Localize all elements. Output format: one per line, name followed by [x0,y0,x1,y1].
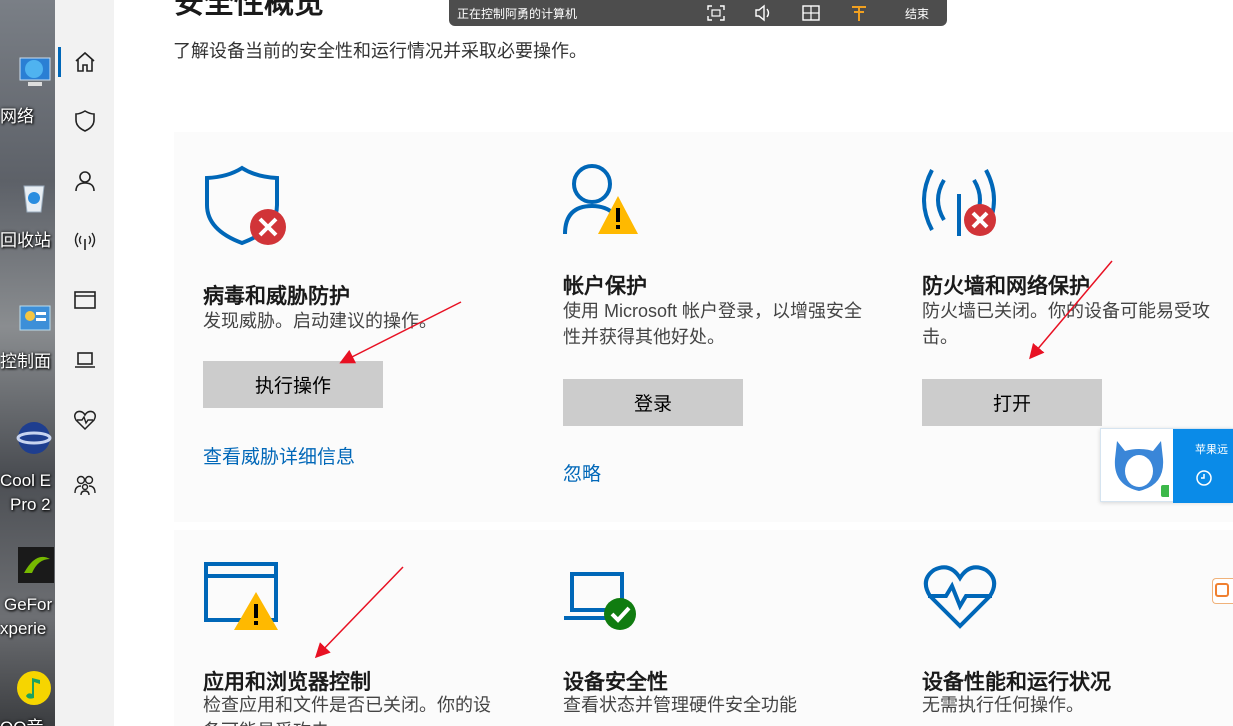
laptop-icon [74,352,95,368]
security-sidebar [55,0,114,726]
home-icon [74,51,95,72]
security-overview-page: 安全性概览 了解设备当前的安全性和运行情况并采取必要操作。 病毒和威胁防护 发现… [114,0,1233,726]
pin-icon [852,6,866,21]
laptop-check-icon [564,572,636,630]
cool-edit-desktop-icon[interactable] [12,418,52,458]
sidebar-item-virus-protection[interactable] [55,98,114,144]
mascot-icon [1114,441,1169,497]
account-warning-icon [563,164,638,235]
sidebar-item-firewall-network[interactable] [55,217,114,263]
fullscreen-button[interactable] [703,1,729,25]
heart-pulse-icon [73,410,96,431]
turn-on-firewall-button[interactable]: 打开 [922,379,1102,426]
sound-button[interactable] [750,1,776,25]
tile-firewall-title: 防火墙和网络保护 [922,275,1090,298]
sidebar-item-app-browser-control[interactable] [55,277,114,323]
tile-firewall-desc: 防火墙已关闭。你的设备可能易受攻击。 [922,301,1210,347]
window-warning-icon [204,562,278,630]
tile-device-desc: 查看状态并管理硬件安全功能 [563,695,797,715]
sidebar-item-home[interactable] [55,39,114,85]
remote-control-toolbar: 正在控制阿勇的计算机 结束 [449,0,947,26]
screen-layout-button[interactable] [798,1,824,25]
desktop-label-geforce-2: xperie [0,619,47,638]
app-tab-icon [1215,583,1229,597]
family-icon [73,475,96,496]
speaker-icon [755,4,770,22]
sidebar-item-device-security[interactable] [55,337,114,383]
view-threat-details-link[interactable]: 查看威胁详细信息 [203,442,355,469]
fullscreen-icon [707,5,725,21]
shield-icon [74,110,95,132]
widget-text: 苹果远 [1195,444,1228,456]
refresh-icon[interactable] [1195,469,1213,487]
sidebar-item-device-performance[interactable] [55,397,114,443]
virus-take-action-button[interactable]: 执行操作 [203,361,383,408]
geforce-desktop-icon[interactable] [16,545,55,585]
sign-in-button[interactable]: 登录 [563,379,743,426]
tile-app-desc: 检查应用和文件是否已关闭。你的设备可能易受攻击。 [203,695,491,726]
remote-control-status: 正在控制阿勇的计算机 [457,7,578,21]
desktop-label-cool-edit-2: Pro 2 [10,495,51,514]
desktop-background: 网络 回收站 控制面 Cool E Pro 2 GeFor xperie QQ音 [0,0,55,726]
heart-pulse-icon [923,565,997,629]
page-title: 安全性概览 [174,0,324,20]
desktop-label-cool-edit: Cool E [0,471,52,490]
tile-account-title: 帐户保护 [563,275,647,298]
desktop-label-geforce: GeFor [4,595,53,614]
window-icon [73,291,96,309]
qq-music-desktop-icon[interactable] [14,668,54,708]
grid-icon [802,5,820,21]
pin-toolbar-button[interactable] [846,1,872,25]
tile-virus-desc: 发现威胁。启动建议的操作。 [203,311,437,331]
floating-assistant-widget[interactable]: 苹果远 [1100,428,1233,503]
antenna-icon [74,232,95,250]
desktop-label-network: 网络 [0,107,34,126]
person-icon [74,171,95,192]
network-desktop-icon[interactable] [14,52,54,92]
antenna-error-icon [922,169,996,236]
tile-performance-desc: 无需执行任何操作。 [922,695,1084,715]
desktop-label-control-panel: 控制面 [0,352,51,371]
page-subtitle: 了解设备当前的安全性和运行情况并采取必要操作。 [173,41,587,61]
recycle-bin-desktop-icon[interactable] [14,176,54,216]
side-app-tab[interactable] [1212,578,1233,604]
desktop-label-recycle-bin: 回收站 [0,231,51,250]
sidebar-item-family-options[interactable] [55,462,114,508]
end-session-button[interactable]: 结束 [905,5,929,22]
shield-error-icon [205,165,286,246]
dismiss-link[interactable]: 忽略 [563,459,601,486]
control-panel-desktop-icon[interactable] [14,300,54,340]
tile-virus-title: 病毒和威胁防护 [203,285,350,308]
desktop-label-qq-music: QQ音 [0,713,43,726]
tile-account-desc: 使用 Microsoft 帐户登录，以增强安全性并获得其他好处。 [563,301,863,347]
sidebar-item-account-protection[interactable] [55,158,114,204]
widget-panel: 苹果远 [1173,429,1233,503]
